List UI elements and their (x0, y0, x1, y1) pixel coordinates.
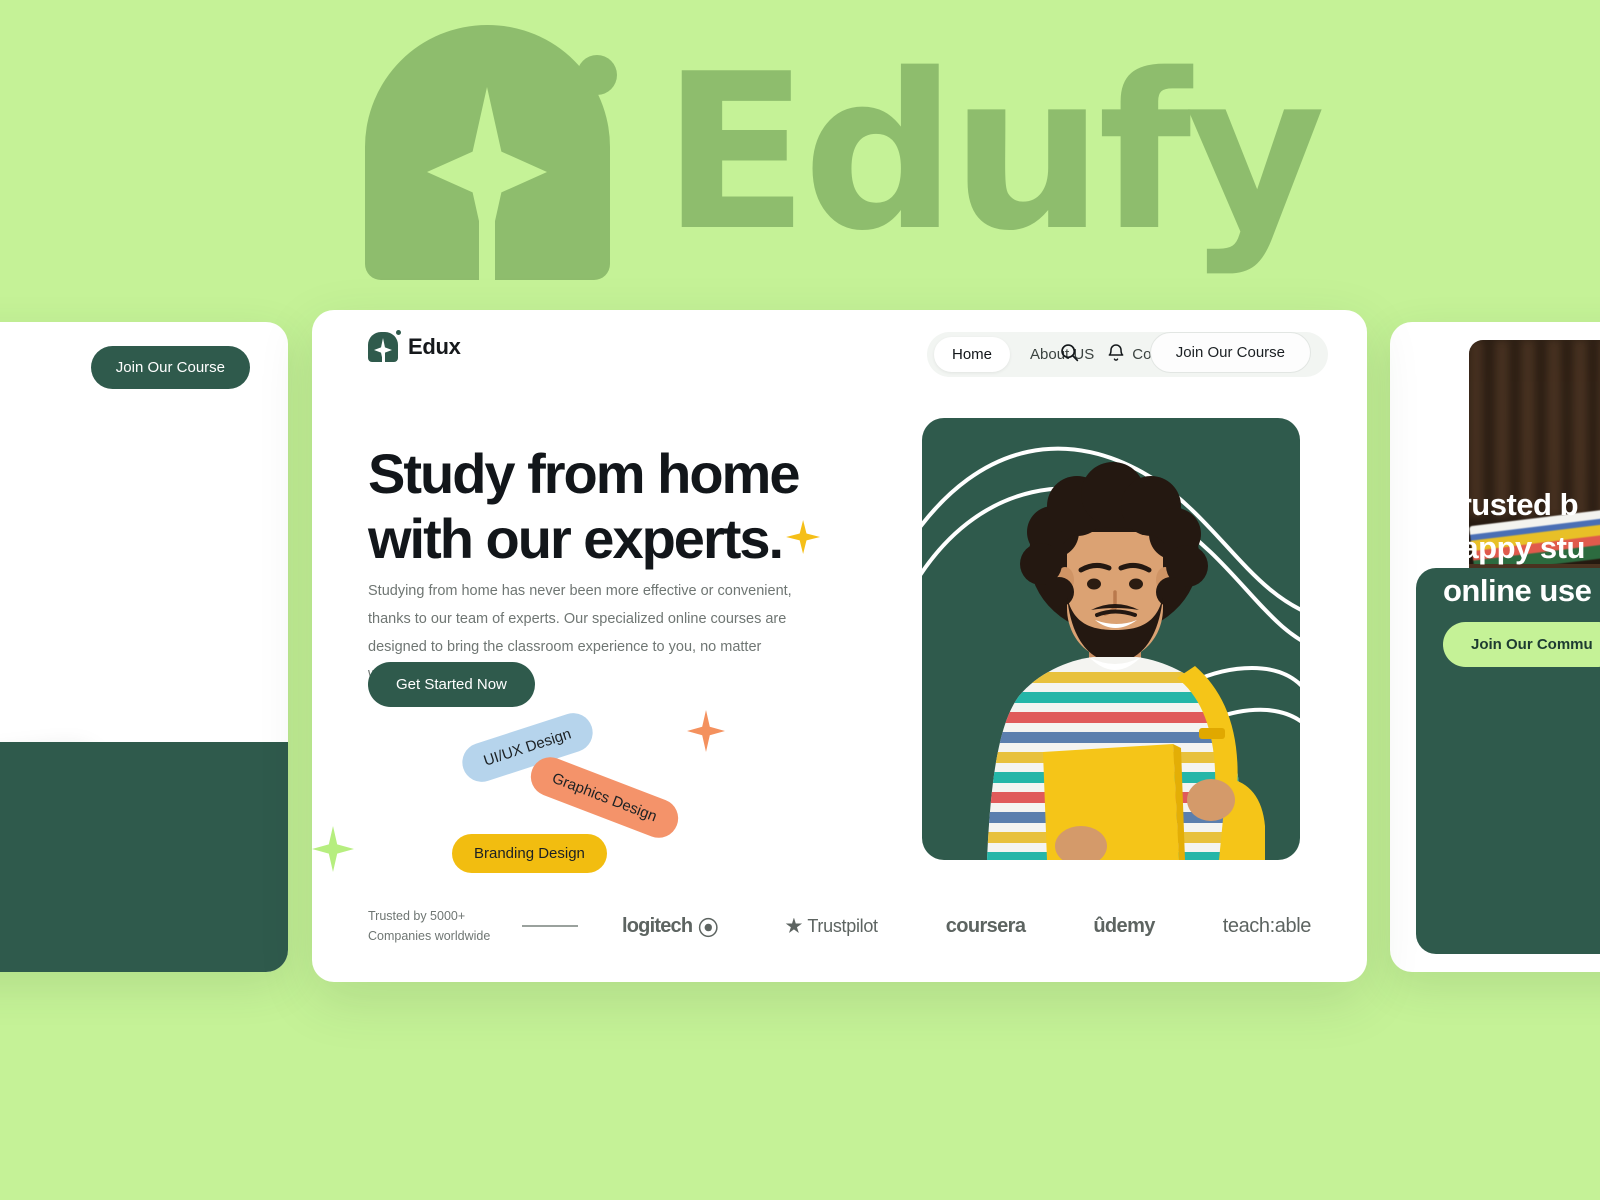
teachable-logo: teach:able (1222, 914, 1312, 937)
partners-divider (522, 925, 578, 927)
coursera-logo: coursera (945, 914, 1026, 937)
right-card-title: Trusted b happy stu online use (1443, 484, 1600, 612)
trustpilot-logo: Trustpilot (785, 915, 878, 937)
left-card-join-button[interactable]: Join Our Course (90, 346, 250, 389)
side-card-left: Join Our Course om eir field. The skills… (0, 322, 288, 972)
brand-logo-text: Edux (408, 334, 461, 359)
trustpilot-logo-text: Trustpilot (807, 915, 878, 936)
nav-item-home[interactable]: Home (934, 337, 1011, 372)
hero-image-panel (922, 418, 1300, 860)
side-card-right: Trusted b happy stu online use Join Our … (1390, 322, 1600, 972)
sparkle-green-icon (312, 826, 354, 872)
edufy-arch-star-icon (365, 25, 617, 280)
tag-branding-design[interactable]: Branding Design (452, 834, 607, 873)
tag-graphics-design[interactable]: Graphics Design (525, 751, 684, 844)
trustpilot-star-icon (785, 917, 803, 933)
partners-row: Trusted by 5000+ Companies worldwide log… (368, 906, 1311, 946)
logitech-logo-text: logitech (622, 914, 693, 937)
nav-actions: Join Our Course (1058, 332, 1311, 373)
right-card-title-line-1: Trusted b (1443, 487, 1579, 522)
udemy-logo: ûdemy (1093, 914, 1155, 937)
logitech-logo: logitech ⦿ (622, 914, 718, 940)
hero-title: Study from home with our experts. (368, 442, 888, 572)
brand-watermark: Edufy (365, 25, 1326, 280)
bell-icon[interactable] (1104, 341, 1128, 365)
main-landing-card: Edux Home About US Courses Contact US Jo… (312, 310, 1367, 982)
navbar: Edux Home About US Courses Contact US Jo… (312, 310, 1367, 386)
partners-label-line-1: Trusted by 5000+ (368, 909, 466, 923)
right-card-join-community-button[interactable]: Join Our Commu (1443, 622, 1600, 667)
brand-logo[interactable]: Edux (368, 330, 461, 362)
student-with-yellow-folder-photo (987, 462, 1265, 860)
edux-arch-star-icon (368, 330, 401, 362)
star-sparkle-icon (786, 519, 821, 554)
left-card-green-panel (0, 742, 288, 972)
search-icon[interactable] (1058, 341, 1082, 365)
brand-watermark-text: Edufy (662, 26, 1326, 278)
get-started-now-button[interactable]: Get Started Now (368, 662, 535, 707)
partners-label: Trusted by 5000+ Companies worldwide (368, 906, 518, 946)
partners-label-line-2: Companies worldwide (368, 929, 491, 943)
hero-title-line-1: Study from home (368, 442, 800, 505)
right-card-title-line-2: happy stu (1443, 529, 1585, 565)
sparkle-orange-icon (687, 710, 725, 752)
right-card-title-line-3: online use (1443, 572, 1592, 608)
hero-title-line-2: with our experts. (368, 506, 784, 570)
nav-join-our-course-button[interactable]: Join Our Course (1149, 332, 1311, 373)
